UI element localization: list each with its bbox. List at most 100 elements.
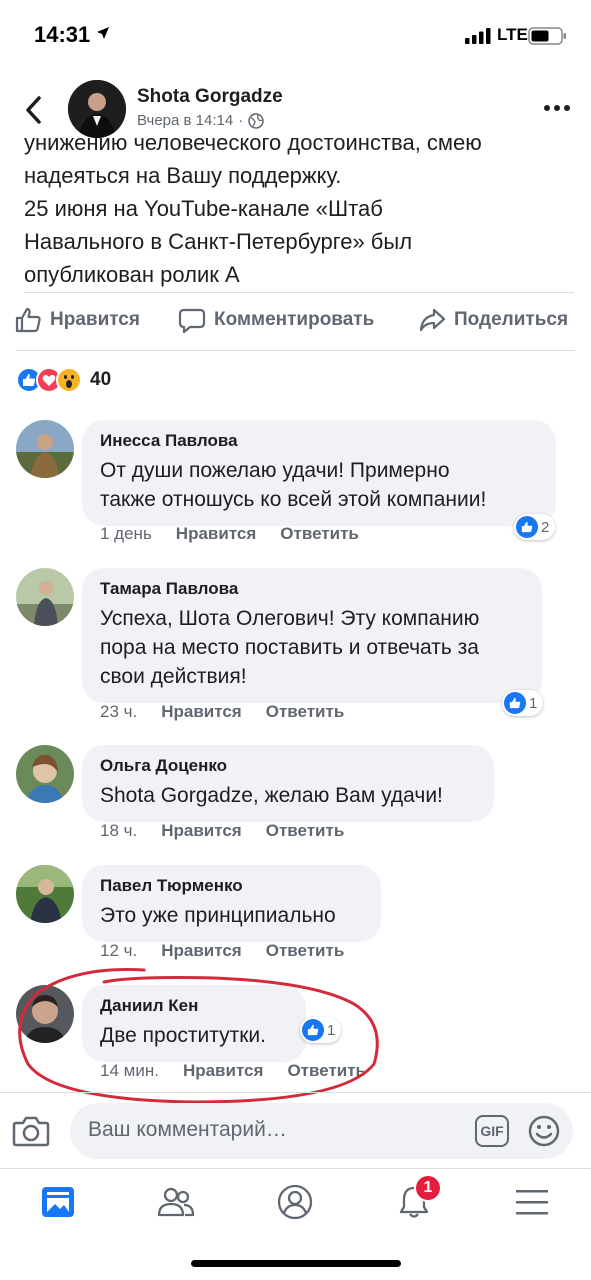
- commenter-name[interactable]: Ольга Доценко: [100, 755, 476, 777]
- battery-icon: [528, 27, 566, 45]
- divider: [0, 1092, 591, 1093]
- comment-like-button[interactable]: Нравится: [161, 941, 242, 961]
- timestamp-text: Вчера в 14:14: [137, 112, 234, 129]
- profile-photo: [16, 985, 74, 1043]
- comment-bubble: Даниил Кен Две проститутки.: [82, 985, 306, 1062]
- commenter-name[interactable]: Даниил Кен: [100, 995, 288, 1017]
- comment-label: Комментировать: [214, 309, 375, 330]
- comment-line: пора на место поставить и отвечать за: [100, 636, 479, 659]
- reaction-count: 1: [327, 1021, 336, 1039]
- comment-reactions[interactable]: 1: [502, 690, 544, 716]
- more-options-button[interactable]: [540, 95, 574, 121]
- comment-like-button[interactable]: Нравится: [176, 524, 257, 544]
- post-line: Навального в Санкт-Петербурге» был: [24, 229, 413, 254]
- home-indicator: [191, 1260, 401, 1267]
- comment-line: От души пожелаю удачи! Примерно: [100, 459, 450, 482]
- comment-reply-button[interactable]: Ответить: [266, 821, 345, 841]
- comment-meta: 12 ч. Нравится Ответить: [100, 941, 344, 961]
- smiley-icon: [528, 1115, 560, 1147]
- comment-like-button[interactable]: Нравится: [161, 821, 242, 841]
- globe-icon: [248, 112, 264, 129]
- avatar[interactable]: [16, 865, 74, 923]
- comment-time: 12 ч.: [100, 941, 138, 960]
- post-line: опубликован ролик А: [24, 262, 240, 287]
- divider: [24, 292, 574, 293]
- nav-profile[interactable]: [275, 1182, 315, 1222]
- comment-reply-button[interactable]: Ответить: [280, 524, 359, 544]
- post-line: надеяться на Вашу поддержку.: [24, 163, 342, 188]
- gif-button[interactable]: GIF: [475, 1115, 509, 1147]
- more-dots-icon: [544, 105, 570, 111]
- divider: [0, 1168, 591, 1169]
- comment-time: 18 ч.: [100, 821, 138, 840]
- nav-friends[interactable]: [156, 1182, 196, 1222]
- comment-line: Shota Gorgadze, желаю Вам удачи!: [100, 784, 443, 807]
- chevron-left-icon: [26, 96, 41, 124]
- comment-button[interactable]: Комментировать: [178, 306, 374, 334]
- location-arrow-icon: [97, 27, 109, 39]
- bottom-nav: 1: [0, 1170, 591, 1230]
- comment-input[interactable]: Ваш комментарий…: [88, 1118, 287, 1142]
- commenter-name[interactable]: Инесса Павлова: [100, 430, 538, 452]
- post-timestamp: Вчера в 14:14 ·: [137, 112, 264, 129]
- post-actions: Нравится Комментировать Поделиться: [0, 300, 591, 346]
- like-reaction-icon: [516, 516, 538, 538]
- comment-composer[interactable]: Ваш комментарий… GIF: [70, 1103, 573, 1159]
- comment-reactions[interactable]: 1: [300, 1017, 342, 1043]
- comment-line: Это уже принципиально: [100, 904, 336, 927]
- avatar[interactable]: [16, 420, 74, 478]
- commenter-name[interactable]: Павел Тюрменко: [100, 875, 363, 897]
- comment-meta: 18 ч. Нравится Ответить: [100, 821, 344, 841]
- comment-time: 14 мин.: [100, 1061, 159, 1080]
- comment-time: 1 день: [100, 524, 152, 543]
- comment-time: 23 ч.: [100, 702, 138, 721]
- comment-meta: 1 день Нравится Ответить: [100, 524, 359, 544]
- avatar[interactable]: [16, 745, 74, 803]
- avatar[interactable]: [68, 80, 126, 138]
- commenter-name[interactable]: Тамара Павлова: [100, 578, 524, 600]
- comment-like-button[interactable]: Нравится: [161, 702, 242, 722]
- comment-reactions[interactable]: 2: [514, 514, 556, 540]
- back-button[interactable]: [18, 90, 48, 130]
- profile-photo: [16, 420, 74, 478]
- reactions-summary[interactable]: 40: [16, 366, 111, 394]
- post-line: 25 июня на YouTube-канале «Штаб: [24, 196, 383, 221]
- like-reaction-icon: [302, 1019, 324, 1041]
- comment-text: Это уже принципиально: [100, 901, 363, 930]
- reaction-count: 40: [90, 369, 112, 390]
- comment-reply-button[interactable]: Ответить: [266, 702, 345, 722]
- camera-button[interactable]: [12, 1112, 50, 1150]
- share-button[interactable]: Поделиться: [418, 306, 568, 334]
- like-button[interactable]: Нравится: [14, 306, 140, 334]
- avatar[interactable]: [16, 568, 74, 626]
- gif-label: GIF: [480, 1123, 504, 1139]
- comment-like-button[interactable]: Нравится: [183, 1061, 264, 1081]
- emoji-button[interactable]: [527, 1114, 561, 1148]
- profile-photo: [16, 865, 74, 923]
- profile-photo: [16, 568, 74, 626]
- comment-bubble: Павел Тюрменко Это уже принципиально: [82, 865, 381, 942]
- comment-text: Успеха, Шота Олегович! Эту компанию пора…: [100, 604, 524, 691]
- nav-news-feed[interactable]: [38, 1182, 78, 1222]
- friends-icon: [157, 1187, 195, 1217]
- comment-bubble: Тамара Павлова Успеха, Шота Олегович! Эт…: [82, 568, 542, 703]
- comment-line: свои действия!: [100, 665, 247, 688]
- post-line: унижению человеческого достоинства, смею: [24, 138, 482, 155]
- profile-icon: [277, 1184, 313, 1220]
- comment-text: Shota Gorgadze, желаю Вам удачи!: [100, 781, 476, 810]
- signal-icon: [465, 28, 491, 44]
- thumbs-up-icon: [15, 307, 41, 333]
- notification-badge: 1: [414, 1174, 442, 1202]
- share-arrow-icon: [419, 308, 446, 332]
- status-bar: 14:31 LTE: [0, 0, 591, 70]
- nav-menu[interactable]: [512, 1182, 552, 1222]
- comment-reply-button[interactable]: Ответить: [287, 1061, 366, 1081]
- like-reaction-icon: [504, 692, 526, 714]
- comment-line: Две проститутки.: [100, 1024, 266, 1047]
- avatar[interactable]: [16, 985, 74, 1043]
- profile-photo: [16, 745, 74, 803]
- author-name[interactable]: Shota Gorgadze: [137, 86, 283, 108]
- comment-reply-button[interactable]: Ответить: [266, 941, 345, 961]
- camera-icon: [12, 1116, 50, 1147]
- wow-reaction-icon: [56, 367, 82, 393]
